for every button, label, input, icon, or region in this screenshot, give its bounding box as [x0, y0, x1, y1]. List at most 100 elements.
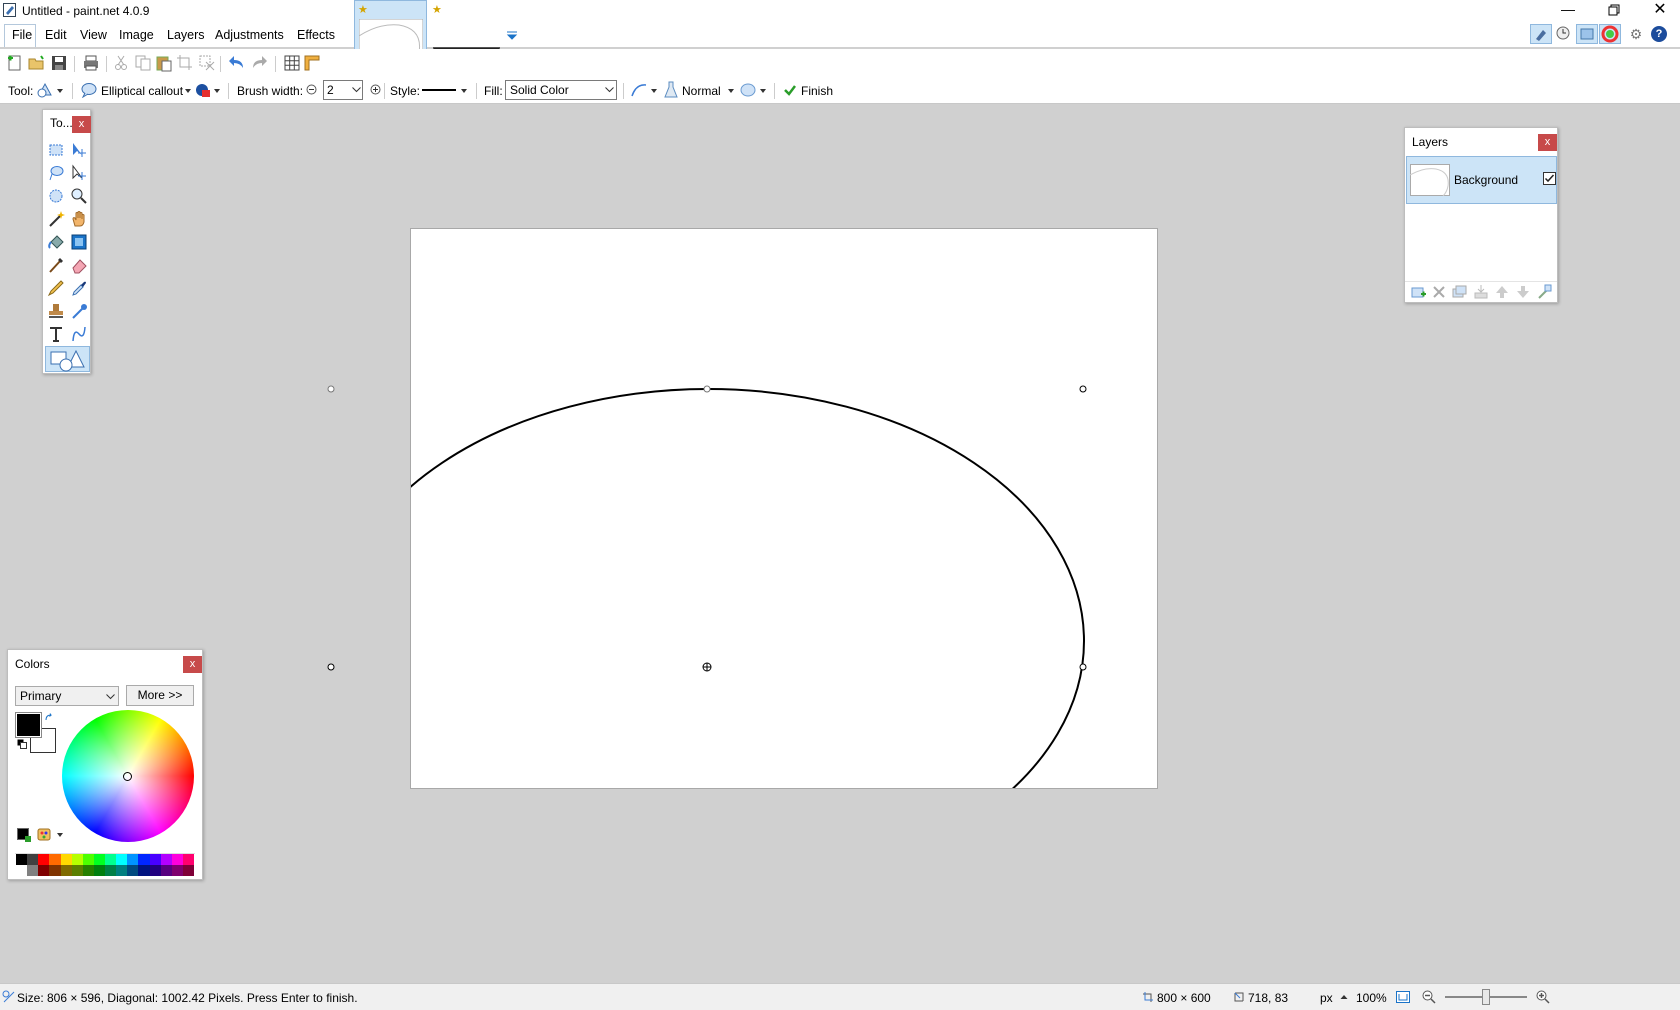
zoom-out-icon[interactable]	[1421, 989, 1437, 1005]
blend-mode-value[interactable]: Normal	[682, 84, 721, 98]
layer-row-background[interactable]: Background	[1406, 156, 1557, 204]
zoom-value[interactable]: 100%	[1356, 991, 1387, 1005]
palette-swatch[interactable]	[171, 865, 183, 876]
color-mode-combobox[interactable]: Primary	[15, 686, 119, 706]
palette-swatch[interactable]	[138, 865, 150, 876]
ellipse-shape[interactable]	[411, 229, 1158, 789]
palette-swatch[interactable]	[82, 854, 94, 865]
palette-swatch[interactable]	[49, 865, 61, 876]
palette-swatch[interactable]	[27, 854, 39, 865]
history-window-toggle[interactable]	[1553, 24, 1575, 44]
units-value[interactable]: px	[1320, 991, 1333, 1005]
palette-swatch[interactable]	[105, 865, 117, 876]
paint-bucket-tool-icon[interactable]	[47, 233, 65, 251]
reset-colors-icon[interactable]	[17, 739, 27, 749]
help-icon[interactable]: ?	[1651, 26, 1667, 42]
restore-button[interactable]	[1598, 2, 1628, 20]
brush-width-combobox[interactable]: 2	[323, 80, 363, 100]
layer-properties-icon[interactable]	[1536, 284, 1552, 300]
palette-swatch[interactable]	[16, 854, 28, 865]
clone-stamp-tool-icon[interactable]	[47, 302, 65, 320]
shape-type-label[interactable]: Elliptical callout	[101, 84, 183, 98]
crop-to-selection-icon[interactable]	[176, 54, 194, 72]
curve-type-icon[interactable]	[630, 82, 648, 98]
menu-view[interactable]: View	[80, 28, 107, 42]
close-window-button[interactable]: ✕	[1643, 0, 1677, 20]
pencil-tool-icon[interactable]	[47, 279, 65, 297]
merge-layer-down-icon[interactable]	[1473, 284, 1489, 300]
open-icon[interactable]	[27, 54, 45, 72]
layers-window-toggle[interactable]	[1576, 24, 1598, 44]
blend-mode-dropdown-arrow[interactable]	[728, 89, 734, 93]
new-image-icon[interactable]	[6, 54, 24, 72]
move-selection-tool-icon[interactable]	[70, 164, 88, 182]
colors-window-toggle[interactable]	[1599, 24, 1621, 44]
curve-type-dropdown-arrow[interactable]	[651, 89, 657, 93]
palette-swatch[interactable]	[171, 854, 183, 865]
draw-mode-icon[interactable]	[194, 81, 212, 99]
image-list-dropdown-icon[interactable]	[505, 30, 519, 42]
layers-panel-close-button[interactable]: x	[1538, 134, 1557, 151]
palette-swatch[interactable]	[60, 854, 72, 865]
units-dropdown-arrow[interactable]	[1340, 994, 1348, 1000]
brush-width-value[interactable]: 2	[327, 83, 334, 97]
move-layer-up-icon[interactable]	[1494, 284, 1510, 300]
palette-swatch[interactable]	[49, 854, 61, 865]
rulers-icon[interactable]	[303, 54, 321, 72]
blend-mode-flask-icon[interactable]	[664, 81, 678, 99]
primary-color-swatch[interactable]	[15, 712, 42, 738]
recolor-tool-icon[interactable]	[70, 302, 88, 320]
palette-swatch[interactable]	[138, 854, 150, 865]
decrease-brush-width-icon[interactable]	[306, 84, 317, 95]
palette-swatch[interactable]	[116, 865, 128, 876]
deselect-icon[interactable]	[198, 54, 216, 72]
fill-value[interactable]: Solid Color	[510, 83, 569, 97]
text-tool-icon[interactable]	[47, 325, 65, 343]
move-selected-pixels-tool-icon[interactable]	[70, 141, 88, 159]
menu-file[interactable]: File	[12, 28, 32, 42]
palette-swatch[interactable]	[105, 854, 117, 865]
palette-swatch[interactable]	[127, 854, 139, 865]
zoom-in-icon[interactable]	[1535, 989, 1551, 1005]
line-style-dropdown-arrow[interactable]	[461, 89, 467, 93]
palette-swatch[interactable]	[160, 854, 172, 865]
palette-swatch[interactable]	[71, 865, 83, 876]
line-style-preview[interactable]	[422, 89, 456, 91]
palette-swatch[interactable]	[71, 854, 83, 865]
antialiasing-dropdown-arrow[interactable]	[760, 89, 766, 93]
color-picker-tool-icon[interactable]	[70, 279, 88, 297]
delete-layer-icon[interactable]	[1431, 284, 1447, 300]
colors-panel-close-button[interactable]: x	[183, 656, 202, 673]
move-layer-down-icon[interactable]	[1515, 284, 1531, 300]
zoom-to-window-icon[interactable]	[1395, 989, 1411, 1005]
palette-swatch[interactable]	[116, 854, 128, 865]
zoom-slider-thumb[interactable]	[1482, 989, 1490, 1005]
lasso-select-tool-icon[interactable]	[47, 164, 65, 182]
layer-visibility-checkbox[interactable]	[1543, 172, 1556, 185]
palette-menu-dropdown-arrow[interactable]	[57, 833, 63, 837]
palette-swatch[interactable]	[38, 865, 50, 876]
ellipse-select-tool-icon[interactable]	[47, 187, 65, 205]
minimize-button[interactable]: —	[1553, 2, 1583, 20]
finish-button[interactable]: Finish	[801, 84, 833, 98]
shapes-tool-button[interactable]	[45, 346, 90, 372]
menu-layers[interactable]: Layers	[167, 28, 205, 42]
undo-icon[interactable]	[228, 54, 246, 72]
grid-icon[interactable]	[283, 54, 301, 72]
palette-swatch[interactable]	[149, 854, 161, 865]
checkmark-icon[interactable]	[783, 83, 797, 97]
palette-swatch[interactable]	[82, 865, 94, 876]
elliptical-callout-icon[interactable]	[80, 82, 98, 98]
palette-swatch[interactable]	[127, 865, 139, 876]
palette-swatch[interactable]	[149, 865, 161, 876]
palette-menu-icon[interactable]	[36, 826, 52, 842]
menu-adjustments[interactable]: Adjustments	[215, 28, 284, 42]
paste-icon[interactable]	[155, 54, 173, 72]
add-to-palette-icon[interactable]	[17, 828, 31, 842]
gradient-tool-icon[interactable]	[70, 233, 88, 251]
add-layer-icon[interactable]	[1410, 284, 1426, 300]
magic-wand-tool-icon[interactable]	[47, 210, 65, 228]
layer-name[interactable]: Background	[1454, 173, 1518, 187]
paintbrush-tool-icon[interactable]	[47, 256, 65, 274]
draw-mode-dropdown-arrow[interactable]	[214, 89, 220, 93]
